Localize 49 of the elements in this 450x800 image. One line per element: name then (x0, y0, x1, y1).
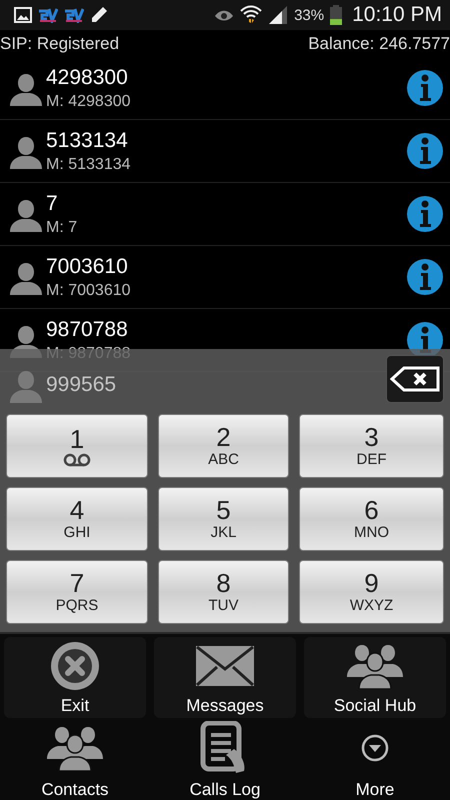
dial-key[interactable]: 9 WXYZ (299, 560, 444, 624)
info-icon[interactable] (406, 195, 444, 233)
menu-item[interactable]: Messages (154, 637, 296, 718)
contact-number: M: 9870788 (46, 344, 132, 362)
menu-item[interactable]: More (300, 718, 450, 800)
pencil-icon (90, 6, 108, 24)
menu-item[interactable]: Exit (4, 637, 146, 718)
menu-item[interactable]: Contacts (0, 718, 150, 800)
dial-key[interactable]: 8 TUV (158, 560, 289, 624)
dial-key[interactable]: 2 ABC (158, 414, 289, 478)
info-icon[interactable] (406, 69, 444, 107)
voicemail-icon (63, 453, 91, 467)
clock: 10:10 PM (352, 3, 442, 27)
contact-number: M: 7 (46, 218, 78, 236)
eye-icon (214, 8, 234, 22)
app-icon (38, 7, 58, 23)
image-icon (14, 7, 32, 23)
info-icon[interactable] (406, 258, 444, 296)
app-icon (64, 7, 84, 23)
sip-status: SIP: Registered (0, 34, 120, 54)
contact-name: 7 (46, 192, 59, 216)
contact-number: M: 4298300 (46, 92, 132, 110)
dial-key[interactable]: 5 JKL (158, 487, 289, 551)
signal-icon (268, 6, 288, 24)
contact-name: 5133134 (46, 128, 129, 152)
menu-item[interactable]: Calls Log (150, 718, 300, 800)
battery-percentage: 33% (294, 6, 324, 24)
dial-key[interactable]: 4 GHI (6, 487, 148, 551)
contact-name: 7003610 (46, 254, 129, 278)
dial-key[interactable]: 7 PQRS (6, 560, 148, 624)
dropdown-icon (361, 734, 389, 762)
contact-number: M: 7003610 (46, 282, 132, 300)
info-icon[interactable] (406, 132, 444, 170)
close-icon (49, 640, 101, 692)
people-icon (45, 725, 105, 771)
contact-name: 9870788 (46, 318, 129, 342)
envelope-icon (195, 644, 255, 686)
dial-key[interactable]: 1 (6, 414, 148, 478)
backspace-button[interactable] (386, 354, 444, 402)
contact-name: 999565 (46, 372, 118, 396)
contact-number: M: 5133134 (46, 156, 132, 174)
people-icon (345, 642, 405, 688)
menu-item[interactable]: Social Hub (304, 637, 446, 718)
contact-name: 4298300 (46, 66, 129, 90)
dial-key[interactable]: 6 MNO (299, 487, 444, 551)
dial-key[interactable]: 3 DEF (299, 414, 444, 478)
battery-icon (330, 5, 342, 25)
balance: Balance: 246.7577 (308, 34, 450, 54)
wifi-icon (240, 5, 262, 25)
